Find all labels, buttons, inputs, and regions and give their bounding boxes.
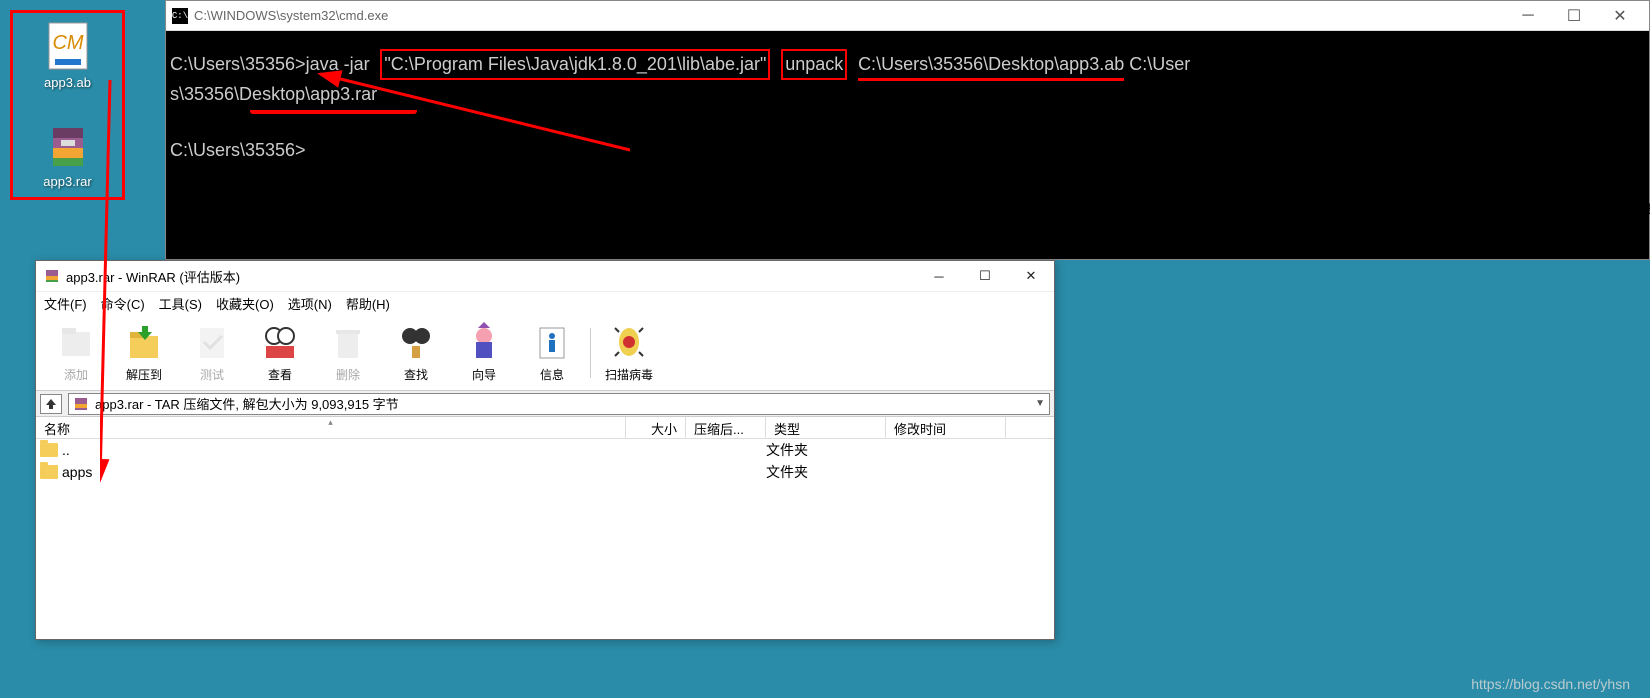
close-button[interactable]: ✕ — [1597, 2, 1643, 30]
file-name: .. — [62, 442, 70, 458]
cmd-text: s\35356\Desktop\ — [170, 84, 310, 104]
cmd-text: C:\User — [1124, 54, 1190, 74]
header-name[interactable]: 名称▴ — [36, 417, 626, 438]
desktop-icons-group: CM app3.ab app3.rar — [10, 10, 125, 200]
toolbar-label: 解压到 — [126, 366, 162, 383]
highlighted-jar-path: "C:\Program Files\Java\jdk1.8.0_201\lib\… — [380, 49, 770, 80]
info-icon — [532, 322, 572, 362]
file-list-headers: 名称▴ 大小 压缩后... 类型 修改时间 — [36, 417, 1054, 439]
highlighted-input-path: C:\Users\35356\Desktop\app3.ab — [858, 51, 1124, 81]
header-packed[interactable]: 压缩后... — [686, 417, 766, 438]
cmd-title: C:\WINDOWS\system32\cmd.exe — [194, 8, 1505, 23]
menu-command[interactable]: 命令(C) — [101, 294, 145, 313]
cmd-body[interactable]: C:\Users\35356>java -jar "C:\Program Fil… — [166, 31, 1649, 259]
cmd-titlebar[interactable]: C:\ C:\WINDOWS\system32\cmd.exe ─ ☐ ✕ — [166, 1, 1649, 31]
highlighted-output-file: app3.rar — [310, 81, 377, 108]
desktop-icon-label: app3.rar — [43, 174, 91, 189]
desktop-icon-app3-ab[interactable]: CM app3.ab — [17, 21, 118, 90]
up-button[interactable] — [40, 394, 62, 414]
file-name: apps — [62, 464, 92, 480]
file-list: .. 文件夹 apps 文件夹 — [36, 439, 1054, 639]
list-item[interactable]: apps 文件夹 — [36, 461, 1054, 483]
menu-favorites[interactable]: 收藏夹(O) — [216, 294, 274, 313]
close-button[interactable]: ✕ — [1008, 262, 1054, 290]
menu-file[interactable]: 文件(F) — [44, 294, 87, 313]
desktop-icon-label: app3.ab — [44, 75, 91, 90]
desktop-icon-app3-rar[interactable]: app3.rar — [17, 120, 118, 189]
toolbar-info[interactable]: 信息 — [522, 322, 582, 383]
winrar-title: app3.rar - WinRAR (评估版本) — [66, 267, 916, 286]
maximize-button[interactable]: ☐ — [962, 262, 1008, 290]
toolbar-extract[interactable]: 解压到 — [114, 322, 174, 383]
toolbar-add: 添加 — [46, 322, 106, 383]
folder-icon — [40, 443, 58, 457]
add-icon — [56, 322, 96, 362]
toolbar-label: 测试 — [200, 366, 224, 383]
file-type: 文件夹 — [766, 462, 886, 482]
toolbar-label: 向导 — [472, 366, 496, 383]
find-icon — [396, 322, 436, 362]
winrar-toolbar: 添加 解压到 测试 查看 删除 查找 向导 信息 扫描病毒 — [36, 315, 1054, 391]
folder-icon — [40, 465, 58, 479]
file-icon: CM — [43, 21, 93, 71]
toolbar-label: 查找 — [404, 366, 428, 383]
header-type[interactable]: 类型 — [766, 417, 886, 438]
watermark-text: https://blog.csdn.net/yhsn — [1471, 676, 1630, 692]
path-combo[interactable]: app3.rar - TAR 压缩文件, 解包大小为 9,093,915 字节 … — [68, 393, 1050, 415]
file-type: 文件夹 — [766, 440, 886, 460]
toolbar-label: 删除 — [336, 366, 360, 383]
header-size[interactable]: 大小 — [626, 417, 686, 438]
path-text: app3.rar - TAR 压缩文件, 解包大小为 9,093,915 字节 — [95, 394, 399, 413]
cmd-prompt: C:\Users\35356> — [170, 54, 306, 74]
minimize-button[interactable]: ─ — [1505, 2, 1551, 30]
toolbar-find[interactable]: 查找 — [386, 322, 446, 383]
chevron-down-icon: ▼ — [1035, 398, 1045, 409]
list-item[interactable]: .. 文件夹 — [36, 439, 1054, 461]
edge-text: 母 — [1638, 200, 1650, 220]
wizard-icon — [464, 322, 504, 362]
toolbar-test: 测试 — [182, 322, 242, 383]
cmd-prompt: C:\Users\35356> — [170, 140, 306, 160]
cmd-icon: C:\ — [172, 8, 188, 24]
menu-tools[interactable]: 工具(S) — [159, 294, 202, 313]
rar-icon — [73, 396, 89, 412]
winrar-titlebar[interactable]: app3.rar - WinRAR (评估版本) ─ ☐ ✕ — [36, 261, 1054, 291]
menu-options[interactable]: 选项(N) — [288, 294, 332, 313]
winrar-path-bar: app3.rar - TAR 压缩文件, 解包大小为 9,093,915 字节 … — [36, 391, 1054, 417]
delete-icon — [328, 322, 368, 362]
extract-icon — [124, 322, 164, 362]
virus-scan-icon — [609, 322, 649, 362]
winrar-icon — [44, 268, 60, 284]
header-mtime[interactable]: 修改时间 — [886, 417, 1006, 438]
toolbar-label: 扫描病毒 — [605, 366, 653, 383]
highlighted-unpack-arg: unpack — [781, 49, 847, 80]
winrar-menubar: 文件(F) 命令(C) 工具(S) 收藏夹(O) 选项(N) 帮助(H) — [36, 291, 1054, 315]
cmd-text: java -jar — [306, 54, 370, 74]
svg-text:CM: CM — [52, 32, 83, 54]
sort-asc-icon: ▴ — [328, 417, 333, 428]
toolbar-delete: 删除 — [318, 322, 378, 383]
view-icon — [260, 322, 300, 362]
toolbar-label: 添加 — [64, 366, 88, 383]
menu-help[interactable]: 帮助(H) — [346, 294, 390, 313]
winrar-window: app3.rar - WinRAR (评估版本) ─ ☐ ✕ 文件(F) 命令(… — [35, 260, 1055, 640]
maximize-button[interactable]: ☐ — [1551, 2, 1597, 30]
cmd-window: C:\ C:\WINDOWS\system32\cmd.exe ─ ☐ ✕ C:… — [165, 0, 1650, 260]
toolbar-view[interactable]: 查看 — [250, 322, 310, 383]
toolbar-label: 查看 — [268, 366, 292, 383]
toolbar-wizard[interactable]: 向导 — [454, 322, 514, 383]
toolbar-label: 信息 — [540, 366, 564, 383]
toolbar-scan-virus[interactable]: 扫描病毒 — [599, 322, 659, 383]
test-icon — [192, 322, 232, 362]
minimize-button[interactable]: ─ — [916, 262, 962, 290]
rar-icon — [43, 120, 93, 170]
